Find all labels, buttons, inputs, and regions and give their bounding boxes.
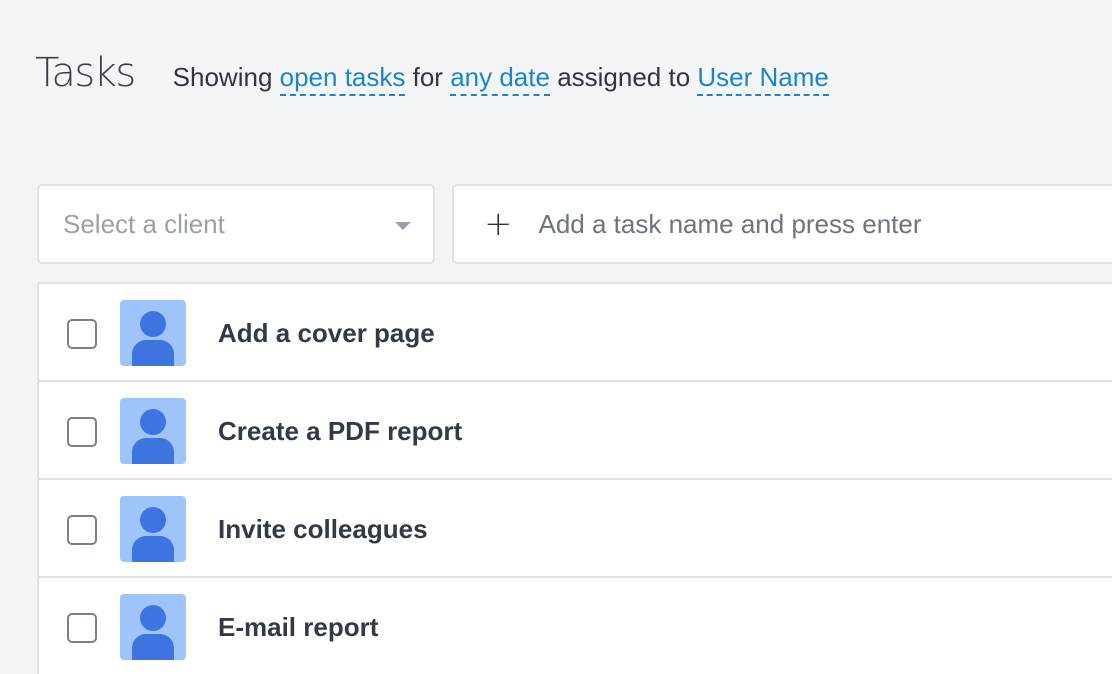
task-row: Create a PDF report <box>39 382 1112 480</box>
task-row: Add a cover page <box>39 284 1112 382</box>
client-select[interactable]: Select a client <box>37 184 435 264</box>
task-name[interactable]: Create a PDF report <box>218 416 462 447</box>
filter-prefix: Showing <box>172 62 273 92</box>
task-name[interactable]: Invite colleagues <box>218 514 428 545</box>
new-task-input[interactable] <box>538 208 1099 240</box>
new-task-field[interactable]: + <box>452 184 1112 264</box>
date-filter-link[interactable]: any date <box>450 62 550 96</box>
chevron-down-icon <box>395 222 411 230</box>
task-row: Invite colleagues <box>39 480 1112 578</box>
filter-mid-for: for <box>412 62 443 92</box>
task-name[interactable]: Add a cover page <box>218 318 435 349</box>
user-avatar-icon <box>120 496 186 562</box>
client-select-placeholder: Select a client <box>63 208 225 239</box>
task-name[interactable]: E-mail report <box>218 612 378 643</box>
task-checkbox[interactable] <box>67 515 97 545</box>
filter-summary: Showing open tasks for any date assigned… <box>172 62 829 96</box>
user-avatar-icon <box>120 300 186 366</box>
task-row: E-mail report <box>39 578 1112 674</box>
user-avatar-icon <box>120 398 186 464</box>
filter-mid-assigned: assigned to <box>557 62 691 92</box>
status-filter-link[interactable]: open tasks <box>279 62 406 96</box>
page-title: Tasks <box>35 50 136 96</box>
task-list: Add a cover page Create a PDF report Inv… <box>37 282 1112 674</box>
page-header: Tasks Showing open tasks for any date as… <box>35 50 829 106</box>
task-checkbox[interactable] <box>67 613 97 643</box>
task-checkbox[interactable] <box>67 319 97 349</box>
plus-icon: + <box>484 204 513 244</box>
task-checkbox[interactable] <box>67 417 97 447</box>
user-avatar-icon <box>120 594 186 660</box>
tasks-page: Tasks Showing open tasks for any date as… <box>0 0 1112 674</box>
user-filter-link[interactable]: User Name <box>697 62 829 96</box>
